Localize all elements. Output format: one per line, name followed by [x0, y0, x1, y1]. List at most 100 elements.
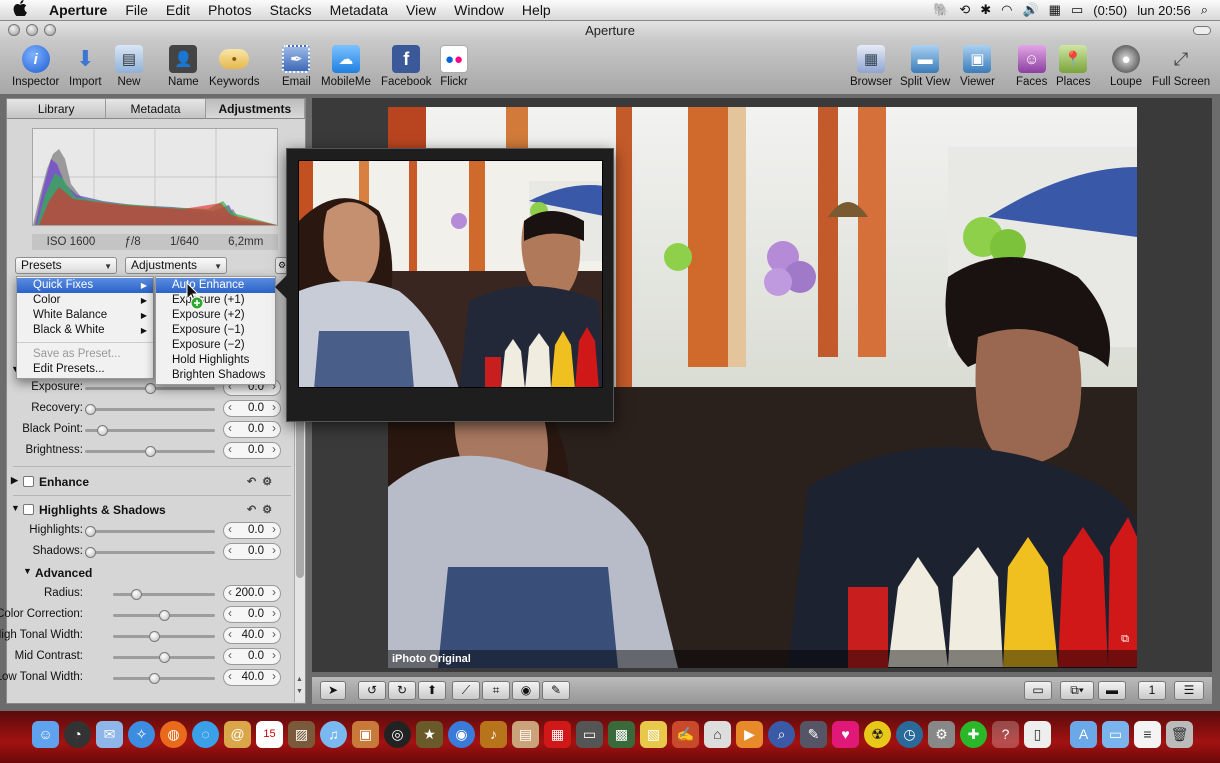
brightness-value-field[interactable]: 0.0 [223, 442, 281, 459]
network-icon[interactable]: ⌕ [768, 721, 795, 748]
close-window-button[interactable] [8, 24, 20, 36]
keynote-icon[interactable]: ▶ [736, 721, 763, 748]
quick-fix-exposure-plus-2[interactable]: Exposure (+2) [156, 308, 275, 323]
low-tonal-width-value-field[interactable]: 40.0 [223, 669, 281, 686]
reset-and-gear-icons[interactable]: ↶⚙ [247, 503, 278, 516]
rotate-left-button[interactable]: ↺ [358, 681, 386, 700]
quick-fix-brighten-shadows[interactable]: Brighten Shadows [156, 368, 275, 383]
inspector-button[interactable]: i Inspector [12, 45, 59, 88]
full-screen-button[interactable]: ⤢ Full Screen [1152, 45, 1210, 89]
zoom-window-button[interactable] [44, 24, 56, 36]
help-icon[interactable]: ? [992, 721, 1019, 748]
quick-fix-exposure-plus-1[interactable]: Exposure (+1) [156, 293, 275, 308]
address-book-icon[interactable]: @ [224, 721, 251, 748]
black-point-slider-knob[interactable] [97, 425, 108, 436]
low-tonal-width-slider[interactable] [113, 673, 215, 684]
quick-fix-auto-enhance[interactable]: Auto Enhance [156, 278, 275, 293]
firefox-icon[interactable]: ◍ [160, 721, 187, 748]
recovery-slider-knob[interactable] [85, 404, 96, 415]
stack-view-button[interactable]: ▭ [1024, 681, 1052, 700]
email-button[interactable]: ✒ Email [282, 45, 311, 88]
shadows-slider[interactable] [85, 547, 215, 558]
photo-booth-icon[interactable]: ▦ [544, 721, 571, 748]
presets-menu-item-edit-presets[interactable]: Edit Presets... [17, 362, 153, 377]
facebook-button[interactable]: f Facebook [381, 45, 432, 88]
new-button[interactable]: ▤ New [115, 45, 143, 88]
enhance-checkbox[interactable] [23, 476, 34, 487]
highlights-shadows-checkbox[interactable] [23, 504, 34, 515]
evernote-icon[interactable]: 🐘 [933, 2, 949, 18]
high-tonal-width-slider[interactable] [113, 631, 215, 642]
primary-only-button[interactable]: 1 [1138, 681, 1166, 700]
shadows-value-field[interactable]: 0.0 [223, 543, 281, 560]
recovery-slider[interactable] [85, 404, 215, 415]
presets-dropdown[interactable]: Presets [15, 257, 117, 274]
menu-app-name[interactable]: Aperture [40, 2, 116, 18]
volume-icon[interactable]: 🔊 [1022, 2, 1038, 18]
imovie-icon[interactable]: ★ [416, 721, 443, 748]
scroll-up-arrow-icon[interactable]: ▲ [296, 676, 303, 683]
battery-status[interactable]: (0:50) [1093, 3, 1127, 18]
disclosure-triangle-icon[interactable]: ▼ [23, 566, 32, 576]
filmstrip-button[interactable]: ☰ [1174, 681, 1204, 700]
import-button[interactable]: ⬇ Import [69, 45, 102, 88]
highlights-slider-knob[interactable] [85, 526, 96, 537]
iweb-icon[interactable]: ▤ [512, 721, 539, 748]
bluetooth-icon[interactable]: ✱ [980, 2, 991, 18]
menu-photos[interactable]: Photos [199, 2, 261, 18]
mid-contrast-value-field[interactable]: 0.0 [223, 648, 281, 665]
loupe-button[interactable]: ● Loupe [1110, 45, 1142, 88]
script-editor-icon[interactable]: ✎ [800, 721, 827, 748]
wifi-icon[interactable]: ◠ [1001, 2, 1012, 18]
mid-contrast-slider[interactable] [113, 652, 215, 663]
metadata-overlay-button[interactable]: ▬ [1098, 681, 1126, 700]
safari-icon[interactable]: ✧ [128, 721, 155, 748]
garageband-icon[interactable]: ♪ [480, 721, 507, 748]
menu-edit[interactable]: Edit [157, 2, 199, 18]
adjustments-dropdown[interactable]: Adjustments [125, 257, 227, 274]
black-point-value-field[interactable]: 0.0 [223, 421, 281, 438]
brush-tool-button[interactable]: ✎ [542, 681, 570, 700]
itunes-icon[interactable]: ♫ [320, 721, 347, 748]
dashboard-icon[interactable]: ◔ [64, 721, 91, 748]
flickr-button[interactable]: ● ● Flickr [440, 45, 468, 88]
photo-frame-icon[interactable]: ▩ [608, 721, 635, 748]
image-capture-icon[interactable]: ▭ [576, 721, 603, 748]
brightness-slider[interactable] [85, 446, 215, 457]
radiation-icon[interactable]: ☢ [864, 721, 891, 748]
faces-button[interactable]: ☺ Faces [1016, 45, 1047, 88]
straighten-tool-button[interactable]: ⟋ [452, 681, 480, 700]
menu-help[interactable]: Help [513, 2, 560, 18]
tab-adjustments[interactable]: Adjustments [205, 99, 305, 118]
reset-and-gear-icons[interactable]: ↶⚙ [247, 475, 278, 488]
calendar-icon[interactable]: ▦ [1049, 2, 1061, 18]
quick-fix-exposure-minus-1[interactable]: Exposure (−1) [156, 323, 275, 338]
toolbar-toggle-button[interactable] [1193, 26, 1211, 35]
mobileme-button[interactable]: ☁ MobileMe [321, 45, 371, 88]
iphoto-icon[interactable]: ▣ [352, 721, 379, 748]
crop-tool-button[interactable]: ⌗ [482, 681, 510, 700]
places-button[interactable]: 📍 Places [1056, 45, 1091, 88]
preview-icon[interactable]: ▨ [288, 721, 315, 748]
low-tonal-width-slider-knob[interactable] [149, 673, 160, 684]
ichat-icon[interactable]: ◌ [192, 721, 219, 748]
quick-fix-hold-highlights[interactable]: Hold Highlights [156, 353, 275, 368]
name-button[interactable]: 👤 Name [168, 45, 199, 88]
system-preferences-icon[interactable]: ⚙ [928, 721, 955, 748]
messages-icon[interactable]: ✚ [960, 721, 987, 748]
time-machine-icon[interactable]: ⟲ [959, 2, 970, 18]
brightness-slider-knob[interactable] [145, 446, 156, 457]
time-machine-dock-icon[interactable]: ◷ [896, 721, 923, 748]
presets-menu-item-color[interactable]: Color ▶ [17, 293, 153, 308]
textedit-icon[interactable]: ✍ [672, 721, 699, 748]
split-view-button[interactable]: ▬ Split View [900, 45, 950, 88]
presets-menu-item-white-balance[interactable]: White Balance ▶ [17, 308, 153, 323]
trash-icon[interactable]: 🗑 [1166, 721, 1193, 748]
color-correction-slider-knob[interactable] [159, 610, 170, 621]
recovery-value-field[interactable]: 0.0 [223, 400, 281, 417]
mid-contrast-slider-knob[interactable] [159, 652, 170, 663]
high-tonal-width-slider-knob[interactable] [149, 631, 160, 642]
shadows-slider-knob[interactable] [85, 547, 96, 558]
disclosure-triangle-icon[interactable]: ▼ [11, 503, 20, 513]
version-menu-button[interactable]: ⧉▾ [1060, 681, 1094, 700]
